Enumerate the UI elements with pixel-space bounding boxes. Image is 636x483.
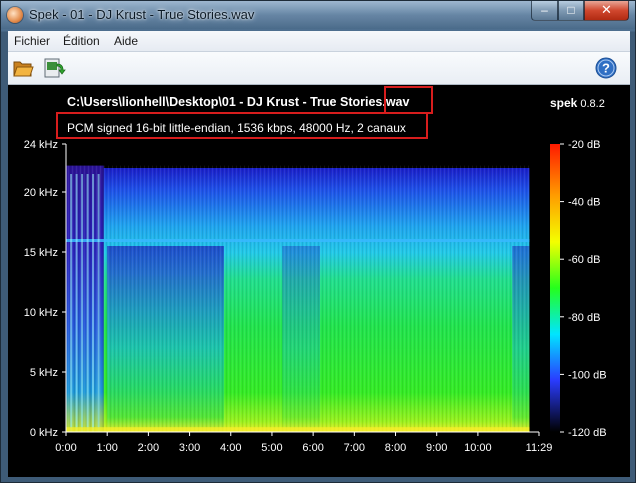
db-color-scale xyxy=(550,144,560,432)
close-button[interactable]: ✕ xyxy=(584,1,629,21)
menu-edition[interactable]: Édition xyxy=(63,34,100,48)
time-tick-label: 8:00 xyxy=(385,442,406,454)
menu-fichier[interactable]: Fichier xyxy=(14,34,50,48)
time-tick-label: 1:00 xyxy=(96,442,117,454)
spectrum-texture xyxy=(66,165,530,432)
db-tick-label: -60 dB xyxy=(568,254,600,266)
maximize-button[interactable]: □ xyxy=(558,1,584,21)
time-tick-label: 10:00 xyxy=(464,442,492,454)
intro-beat-streak xyxy=(97,174,100,432)
time-tick-label: 7:00 xyxy=(344,442,365,454)
db-tick-label: -100 dB xyxy=(568,369,607,381)
intro-beat-streak xyxy=(92,174,95,432)
time-tick-label: 11:29 xyxy=(526,442,553,454)
freq-tick-label: 10 kHz xyxy=(24,307,58,319)
intro-beat-streak xyxy=(86,174,89,432)
spek-app-icon xyxy=(7,7,23,23)
intro-beat-streak xyxy=(81,174,84,432)
db-tick-label: -20 dB xyxy=(568,139,600,151)
intro-beat-streak xyxy=(70,174,73,432)
db-tick-label: -40 dB xyxy=(568,197,600,209)
freq-tick-label: 5 kHz xyxy=(30,367,58,379)
spectrum-16khz-line xyxy=(66,239,530,242)
menu-aide[interactable]: Aide xyxy=(114,34,138,48)
time-tick-label: 6:00 xyxy=(302,442,323,454)
db-tick-label: -80 dB xyxy=(568,312,600,324)
menu-bar: Fichier Édition Aide xyxy=(8,31,630,52)
time-tick-label: 4:00 xyxy=(220,442,241,454)
time-tick-label: 5:00 xyxy=(261,442,282,454)
time-tick-label: 0:00 xyxy=(55,442,76,454)
db-tick-label: -120 dB xyxy=(568,427,607,439)
title-bar[interactable]: Spek - 01 - DJ Krust - True Stories.wav … xyxy=(1,1,635,29)
time-tick-label: 9:00 xyxy=(426,442,447,454)
freq-tick-label: 20 kHz xyxy=(24,187,58,199)
spectrogram-layer xyxy=(66,144,539,432)
freq-tick-label: 15 kHz xyxy=(24,247,58,259)
minimize-button[interactable]: – xyxy=(531,1,558,21)
db-scale-layer: -20 dB -40 dB -60 dB -80 dB -100 dB -120 dB xyxy=(550,139,607,439)
time-tick-label: 3:00 xyxy=(179,442,200,454)
freq-tick-label: 0 kHz xyxy=(30,427,58,439)
window-title: Spek - 01 - DJ Krust - True Stories.wav xyxy=(29,7,255,22)
spectrum-low-band xyxy=(66,427,530,432)
time-tick-label: 2:00 xyxy=(138,442,159,454)
freq-tick-label: 24 kHz xyxy=(24,139,58,151)
intro-beat-streak xyxy=(75,174,78,432)
spectrogram-plot: 24 kHz 20 kHz 15 kHz 10 kHz 5 kHz 0 kHz 0:00 1:… xyxy=(24,139,607,454)
